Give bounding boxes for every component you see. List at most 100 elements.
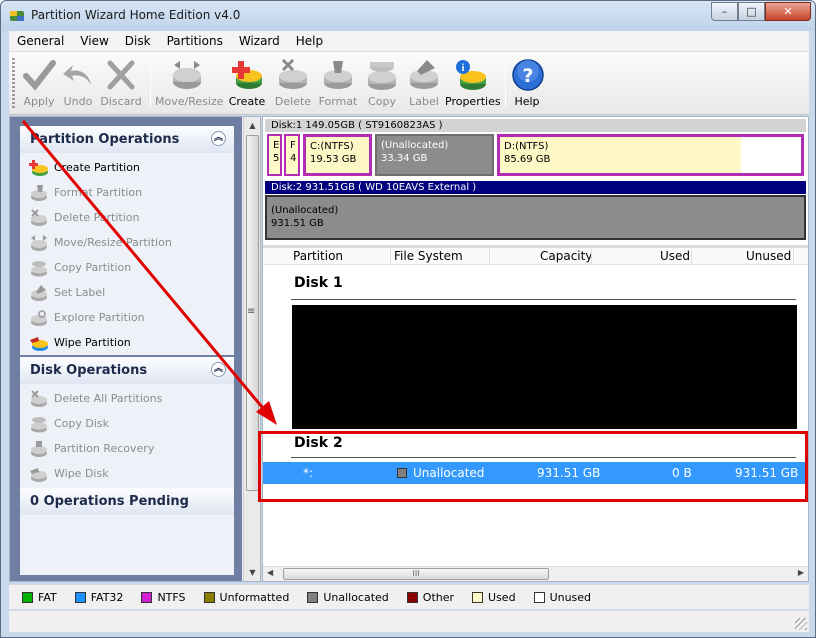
delete-partition-icon [31, 208, 47, 226]
menu-general[interactable]: General [9, 34, 72, 48]
column-partition[interactable]: Partition [293, 249, 343, 263]
legend-item: Unformatted [203, 591, 289, 604]
wipe-partition-item[interactable]: Wipe Partition [20, 330, 234, 355]
partition-recovery-item[interactable]: Partition Recovery [20, 436, 234, 461]
discard-button[interactable]: Discard [99, 57, 143, 108]
splitter-grip-icon[interactable]: ≡ [247, 306, 255, 317]
status-bar [9, 610, 809, 632]
legend-item: Other [406, 591, 454, 604]
apply-button[interactable]: Apply [19, 57, 59, 108]
delete-all-partitions-item[interactable]: Delete All Partitions [20, 386, 234, 411]
label-button[interactable]: Label [404, 57, 444, 108]
column-unused[interactable]: Unused [746, 249, 791, 263]
maximize-button[interactable]: □ [738, 2, 765, 21]
minimize-button[interactable]: – [711, 2, 738, 21]
left-panel-background: Partition Operations ︽ Create Partition … [10, 117, 242, 581]
operations-pending-section: 0 Operations Pending [20, 488, 234, 575]
legend-item: Unallocated [307, 591, 389, 604]
legend-item: NTFS [141, 590, 186, 604]
collapse-chevron-icon[interactable]: ︽ [211, 131, 226, 146]
disk1-partition-e[interactable]: E 5 [267, 134, 282, 176]
scroll-left-arrow-icon[interactable]: ◀ [267, 568, 273, 577]
set-label-item[interactable]: Set Label [20, 280, 234, 305]
copy-button[interactable]: Copy [363, 57, 401, 108]
annotation-highlight-box [258, 431, 808, 502]
legend-item: FAT [22, 591, 57, 604]
resize-grip-icon[interactable] [795, 618, 807, 630]
create-partition-icon [29, 159, 48, 176]
create-button[interactable]: Create [227, 57, 267, 108]
legend-swatch [141, 591, 153, 603]
wipe-partition-icon [30, 336, 48, 351]
delete-partition-item[interactable]: Delete Partition [20, 205, 234, 230]
scroll-right-arrow-icon[interactable]: ▶ [798, 568, 804, 577]
menu-partitions[interactable]: Partitions [159, 34, 231, 48]
left-panel-scrollbar[interactable]: ▲ ▼ [243, 117, 260, 581]
copy-disk-icon [31, 416, 47, 432]
menu-view[interactable]: View [72, 34, 116, 48]
column-file-system[interactable]: File System [394, 249, 463, 263]
scroll-down-arrow-icon[interactable]: ▼ [244, 564, 261, 581]
legend-label: NTFS [157, 590, 186, 604]
legend-label: Used [488, 590, 516, 604]
menu-disk[interactable]: Disk [117, 34, 159, 48]
copy-disk-item[interactable]: Copy Disk [20, 411, 234, 436]
move-resize-button[interactable]: Move/Resize [155, 57, 223, 108]
wipe-disk-item[interactable]: Wipe Disk [20, 461, 234, 486]
disk1-partition-c[interactable]: C:(NTFS) 19.53 GB [303, 134, 372, 176]
horizontal-scroll-thumb[interactable]: III [283, 568, 549, 580]
disk1-partition-rows-redacted [292, 305, 797, 429]
move-resize-partition-item[interactable]: Move/Resize Partition [20, 230, 234, 255]
create-disk-icon [232, 61, 262, 89]
format-button[interactable]: Format [317, 57, 359, 108]
close-button[interactable]: ✕ [765, 2, 811, 21]
disk2-header[interactable]: Disk:2 931.51GB ( WD 10EAVS External ) [265, 181, 806, 194]
menu-wizard[interactable]: Wizard [231, 34, 288, 48]
disk1-partition-f[interactable]: F 4 [284, 134, 300, 176]
disk1-unallocated[interactable]: (Unallocated) 33.34 GB [375, 134, 494, 176]
legend-swatch [307, 591, 319, 603]
explore-partition-item[interactable]: Explore Partition [20, 305, 234, 330]
legend-swatch [533, 591, 545, 603]
scroll-up-arrow-icon[interactable]: ▲ [244, 117, 261, 134]
explore-partition-icon [31, 309, 47, 326]
copy-disk-icon [368, 62, 396, 90]
partition-operations-header[interactable]: Partition Operations ︽ [20, 126, 234, 153]
collapse-chevron-icon[interactable]: ︽ [211, 362, 226, 377]
menu-bar: General View Disk Partitions Wizard Help [9, 31, 809, 52]
format-disk-icon [324, 61, 352, 89]
undo-button[interactable]: Undo [59, 57, 97, 108]
format-partition-icon [31, 184, 47, 201]
delete-button[interactable]: Delete [273, 57, 313, 108]
partition-recovery-icon [31, 440, 47, 457]
disk1-header[interactable]: Disk:1 149.05GB ( ST9160823AS ) [265, 119, 806, 132]
move-resize-disk-icon [173, 61, 201, 89]
operations-pending-header[interactable]: 0 Operations Pending [20, 488, 234, 515]
format-partition-item[interactable]: Format Partition [20, 180, 234, 205]
discard-x-icon [107, 60, 135, 90]
legend-item: Used [472, 591, 516, 604]
partition-list-header: Partition File System Capacity Used Unus… [263, 248, 808, 265]
help-button[interactable]: ? Help [511, 57, 544, 108]
filesystem-legend: FAT FAT32 NTFS Unformatted Unallocated Other U… [9, 584, 809, 609]
legend-swatch [74, 591, 86, 603]
disk-operations-header[interactable]: Disk Operations ︽ [20, 357, 234, 384]
copy-partition-item[interactable]: Copy Partition [20, 255, 234, 280]
app-icon [10, 11, 24, 21]
legend-label: FAT32 [90, 590, 124, 604]
window-title: Partition Wizard Home Edition v4.0 [31, 8, 241, 22]
legend-swatch [203, 591, 215, 603]
properties-button[interactable]: i Properties [445, 57, 501, 108]
svg-text:i: i [462, 63, 465, 74]
column-used[interactable]: Used [660, 249, 690, 263]
disk1-partition-d[interactable]: D:(NTFS) 85.69 GB [497, 134, 804, 176]
legend-item: FAT32 [74, 590, 124, 604]
column-capacity[interactable]: Capacity [540, 249, 592, 263]
create-partition-item[interactable]: Create Partition [20, 155, 234, 180]
disk2-unallocated[interactable]: (Unallocated) 931.51 GB [265, 195, 806, 240]
main-content-panel: Disk:1 149.05GB ( ST9160823AS ) E 5 F 4 … [262, 116, 809, 582]
move-resize-partition-icon [31, 234, 47, 251]
toolbar-grip[interactable] [12, 58, 15, 108]
horizontal-scrollbar[interactable]: ◀ III ▶ [263, 566, 808, 581]
menu-help[interactable]: Help [288, 34, 331, 48]
